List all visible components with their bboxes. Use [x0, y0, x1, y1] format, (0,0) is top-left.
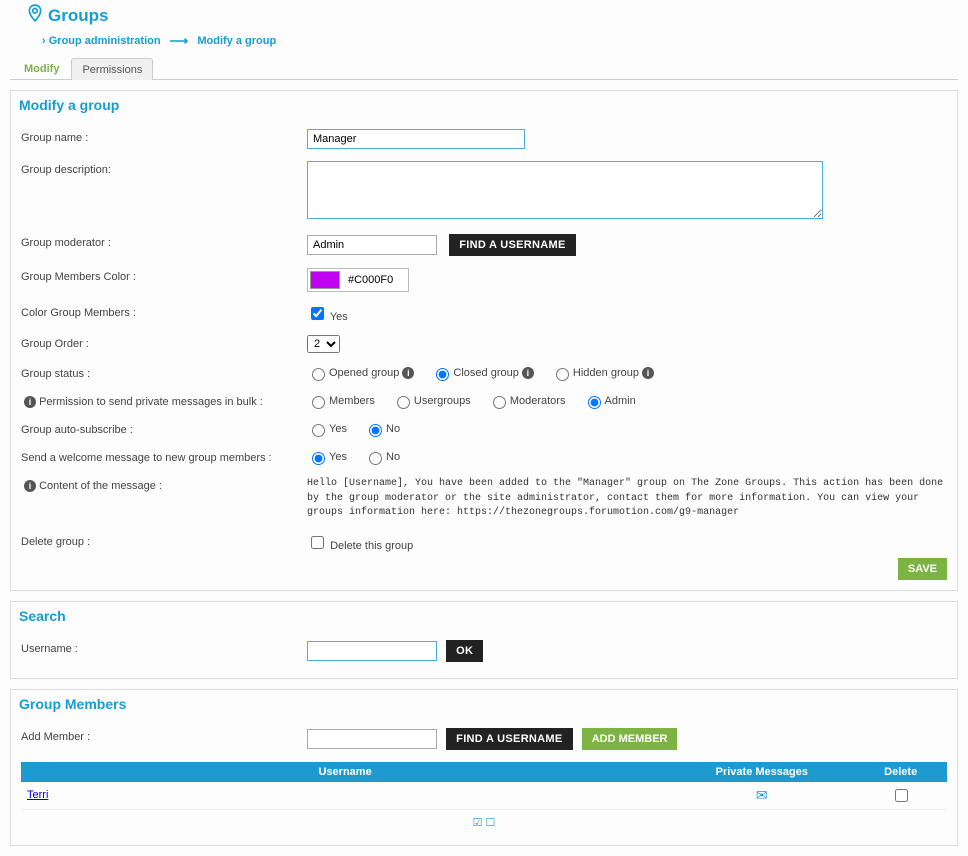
label-group-moderator: Group moderator : — [21, 234, 307, 249]
breadcrumb-caret: › — [42, 35, 49, 47]
group-moderator-input[interactable] — [307, 235, 437, 255]
status-closed-radio[interactable] — [436, 368, 449, 381]
member-username-link[interactable]: Terri — [27, 789, 48, 801]
delete-member-checkbox[interactable] — [895, 789, 908, 802]
tab-modify[interactable]: Modify — [14, 58, 69, 80]
label-search-username: Username : — [21, 640, 307, 655]
breadcrumb-arrow-icon: ⟶ — [170, 33, 189, 48]
find-username-button[interactable]: FIND A USERNAME — [449, 234, 575, 256]
delete-this-label: Delete this group — [330, 540, 413, 552]
info-icon[interactable]: i — [642, 367, 654, 379]
tabs: Modify Permissions — [10, 57, 958, 80]
search-title: Search — [19, 608, 947, 624]
members-title: Group Members — [19, 696, 947, 712]
deselect-all-icon[interactable]: ☐ — [486, 817, 496, 829]
search-username-input[interactable] — [307, 641, 437, 661]
label-message-content: i Content of the message : — [21, 477, 307, 492]
label-welcome: Send a welcome message to new group memb… — [21, 449, 307, 464]
save-button[interactable]: SAVE — [898, 558, 947, 580]
modify-title: Modify a group — [19, 97, 947, 113]
label-delete-group: Delete group : — [21, 533, 307, 548]
message-content-text: Hello [Username], You have been added to… — [307, 477, 947, 521]
info-icon[interactable]: i — [24, 480, 36, 492]
info-icon[interactable]: i — [24, 396, 36, 408]
add-member-input[interactable] — [307, 729, 437, 749]
info-icon[interactable]: i — [522, 367, 534, 379]
color-hex-input[interactable] — [346, 272, 406, 288]
page-title: Groups — [28, 4, 958, 27]
breadcrumb: › Group administration ⟶ Modify a group — [10, 29, 958, 57]
page-header: Groups — [10, 0, 958, 29]
footer-select-icons: ☑ ☐ — [21, 810, 947, 835]
col-username: Username — [21, 762, 669, 782]
title-text: Groups — [48, 6, 108, 26]
add-member-button[interactable]: ADD MEMBER — [582, 728, 678, 750]
envelope-icon[interactable]: ✉ — [756, 787, 768, 803]
group-name-input[interactable] — [307, 129, 525, 149]
pm-usergroups-radio[interactable] — [397, 396, 410, 409]
label-group-name: Group name : — [21, 129, 307, 144]
autosub-yes-radio[interactable] — [312, 424, 325, 437]
label-pm-perm: i Permission to send private messages in… — [21, 393, 307, 408]
label-group-description: Group description: — [21, 161, 307, 176]
group-status-radios: Opened groupi Closed groupi Hidden group… — [307, 365, 947, 381]
welcome-no-radio[interactable] — [369, 452, 382, 465]
search-ok-button[interactable]: OK — [446, 640, 483, 662]
info-icon[interactable]: i — [402, 367, 414, 379]
breadcrumb-item-1[interactable]: Group administration — [49, 35, 161, 47]
label-auto-sub: Group auto-subscribe : — [21, 421, 307, 436]
color-members-yes: Yes — [330, 311, 348, 323]
breadcrumb-item-2[interactable]: Modify a group — [197, 35, 276, 47]
tab-permissions[interactable]: Permissions — [71, 58, 153, 80]
label-group-status: Group status : — [21, 365, 307, 380]
table-row: Terri ✉ — [21, 782, 947, 810]
col-delete: Delete — [854, 762, 947, 782]
status-opened-radio[interactable] — [312, 368, 325, 381]
pm-moderators-radio[interactable] — [493, 396, 506, 409]
label-group-order: Group Order : — [21, 335, 307, 350]
members-panel: Group Members Add Member : FIND A USERNA… — [10, 689, 958, 846]
select-all-icon[interactable]: ☑ — [473, 817, 483, 829]
color-swatch — [310, 271, 340, 289]
pin-icon — [28, 4, 42, 27]
welcome-yes-radio[interactable] — [312, 452, 325, 465]
color-members-checkbox[interactable] — [311, 307, 324, 320]
status-hidden-radio[interactable] — [556, 368, 569, 381]
welcome-radios: Yes No — [307, 449, 947, 465]
pm-admin-radio[interactable] — [588, 396, 601, 409]
color-picker[interactable] — [307, 268, 409, 292]
label-color-members: Color Group Members : — [21, 304, 307, 319]
group-description-textarea[interactable] — [307, 161, 823, 219]
label-members-color: Group Members Color : — [21, 268, 307, 283]
pm-perm-radios: Members Usergroups Moderators Admin — [307, 393, 947, 409]
search-panel: Search Username : OK — [10, 601, 958, 679]
pm-members-radio[interactable] — [312, 396, 325, 409]
find-username-button-2[interactable]: FIND A USERNAME — [446, 728, 572, 750]
modify-panel: Modify a group Group name : Group descri… — [10, 90, 958, 591]
col-pm: Private Messages — [669, 762, 854, 782]
delete-group-checkbox[interactable] — [311, 536, 324, 549]
autosub-no-radio[interactable] — [369, 424, 382, 437]
label-add-member: Add Member : — [21, 728, 307, 743]
auto-sub-radios: Yes No — [307, 421, 947, 437]
members-table: Username Private Messages Delete Terri ✉ — [21, 762, 947, 810]
group-order-select[interactable]: 2 — [307, 335, 340, 353]
